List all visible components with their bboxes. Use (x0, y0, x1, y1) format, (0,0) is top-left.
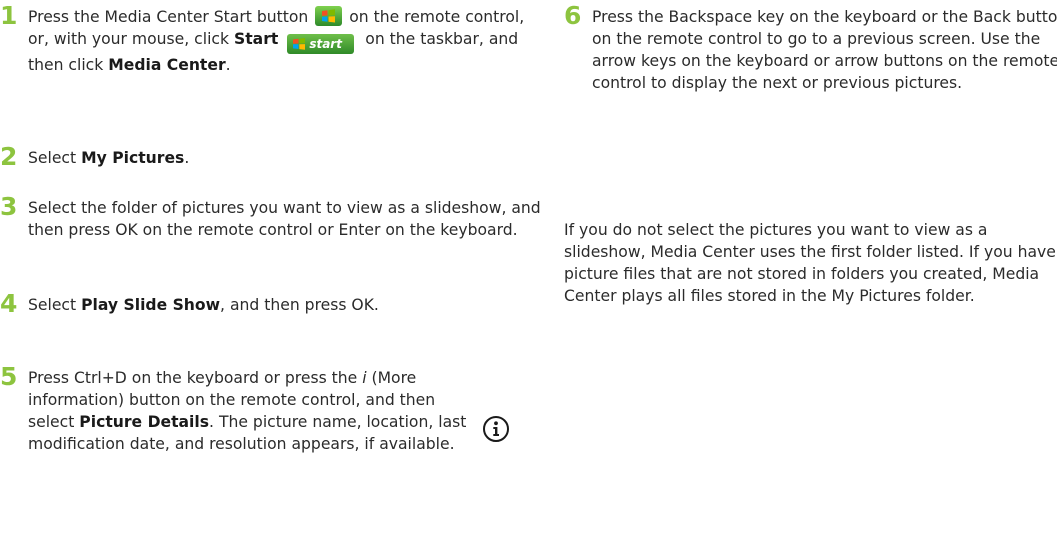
play-slide-show-label: Play Slide Show (81, 296, 221, 314)
step-6: 6 Press the Backspace key on the keyboar… (564, 1, 1057, 94)
info-icon (483, 416, 509, 442)
step-number: 4 (0, 289, 18, 318)
start-label: Start (233, 30, 279, 48)
windows-flag-small-icon (293, 38, 306, 50)
note-paragraph: If you do not select the pictures you wa… (564, 221, 1056, 305)
step-number: 6 (564, 1, 582, 30)
start-button-icon: start (287, 34, 355, 54)
step-text: Press the Backspace key on the keyboard … (592, 8, 1057, 92)
step-1: 1 Press the Media Center Start button on… (0, 1, 543, 76)
step-number: 3 (0, 192, 18, 221)
step-text: Press the Media Center Start button (28, 8, 309, 26)
my-pictures-label: My Pictures (81, 149, 185, 167)
step-2: 2 Select My Pictures. (0, 142, 543, 171)
step-text: . (225, 56, 231, 74)
step-text: Select (28, 296, 82, 314)
picture-details-label: Picture Details (79, 413, 210, 431)
step-5: 5 Press Ctrl+D on the keyboard or press … (0, 362, 468, 455)
step-number: 2 (0, 142, 18, 171)
step-text: . (184, 149, 190, 167)
step-number: 5 (0, 362, 18, 391)
media-center-label: Media Center (108, 56, 226, 74)
step-3: 3 Select the folder of pictures you want… (0, 192, 543, 241)
step-text: Press Ctrl+D on the keyboard or press th… (28, 369, 363, 387)
windows-flag-icon (315, 6, 343, 26)
step-text: Select the folder of pictures you want t… (28, 199, 541, 239)
step-text: Select (28, 149, 82, 167)
step-4: 4 Select Play Slide Show, and then press… (0, 289, 448, 318)
step-text: , and then press OK. (220, 296, 379, 314)
start-button-label: start (309, 37, 342, 51)
step-number: 1 (0, 1, 18, 30)
